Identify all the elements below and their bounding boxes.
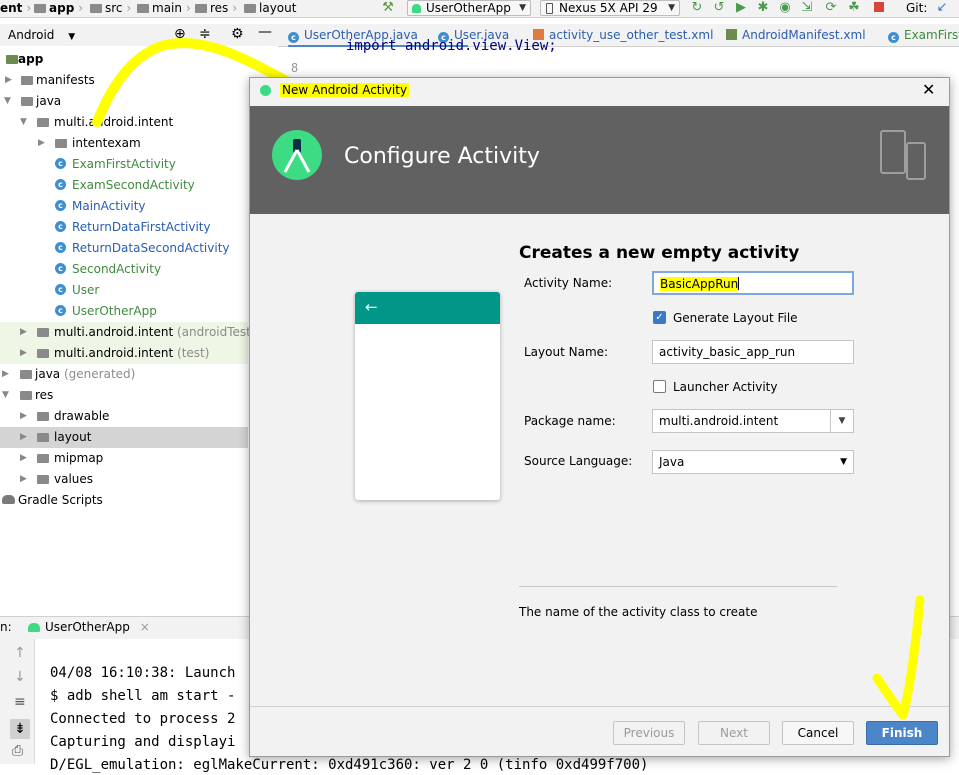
annotation-checkmark [872,595,925,720]
